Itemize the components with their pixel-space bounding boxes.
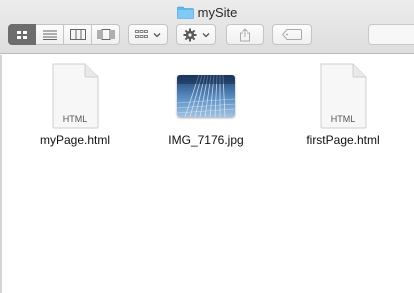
view-mode-segmented-control — [8, 24, 120, 45]
list-view-icon — [42, 30, 57, 40]
file-type-label: HTML — [330, 114, 356, 124]
file-item-mypage-html[interactable]: HTML myPage.html — [20, 63, 130, 147]
share-icon — [240, 27, 250, 41]
chevron-down-icon — [153, 32, 161, 37]
icon-view-icon — [17, 30, 27, 39]
action-button[interactable] — [176, 24, 216, 45]
cover-flow-view-button[interactable] — [92, 24, 120, 45]
html-document-icon: HTML — [318, 63, 368, 129]
window-toolbar: mySite — [0, 0, 414, 54]
html-document-icon: HTML — [50, 63, 100, 129]
file-item-firstpage-html[interactable]: HTML firstPage.html — [288, 63, 398, 147]
window-title-bar: mySite — [0, 3, 414, 21]
list-view-button[interactable] — [36, 24, 64, 45]
edit-tags-button[interactable] — [272, 24, 312, 45]
icon-view-button[interactable] — [8, 24, 36, 45]
file-name: IMG_7176.jpg — [168, 133, 244, 147]
image-thumbnail — [177, 75, 235, 117]
gear-icon — [183, 28, 196, 41]
column-view-icon — [69, 29, 86, 40]
file-name: firstPage.html — [306, 133, 380, 147]
cover-flow-view-icon — [97, 29, 114, 40]
arrange-button[interactable] — [128, 24, 168, 45]
search-field[interactable] — [368, 24, 414, 45]
folder-icon — [176, 6, 194, 19]
share-button[interactable] — [226, 24, 264, 45]
window-title: mySite — [197, 4, 238, 20]
tag-icon — [282, 29, 302, 40]
chevron-down-icon — [202, 32, 209, 37]
file-browser-content: HTML myPage.html IMG_7176.jpg HTML first… — [0, 55, 414, 293]
file-type-label: HTML — [62, 114, 88, 124]
file-item-img-7176-jpg[interactable]: IMG_7176.jpg — [151, 63, 261, 147]
file-name: myPage.html — [39, 133, 111, 147]
arrange-grid-icon — [135, 30, 148, 38]
column-view-button[interactable] — [64, 24, 92, 45]
